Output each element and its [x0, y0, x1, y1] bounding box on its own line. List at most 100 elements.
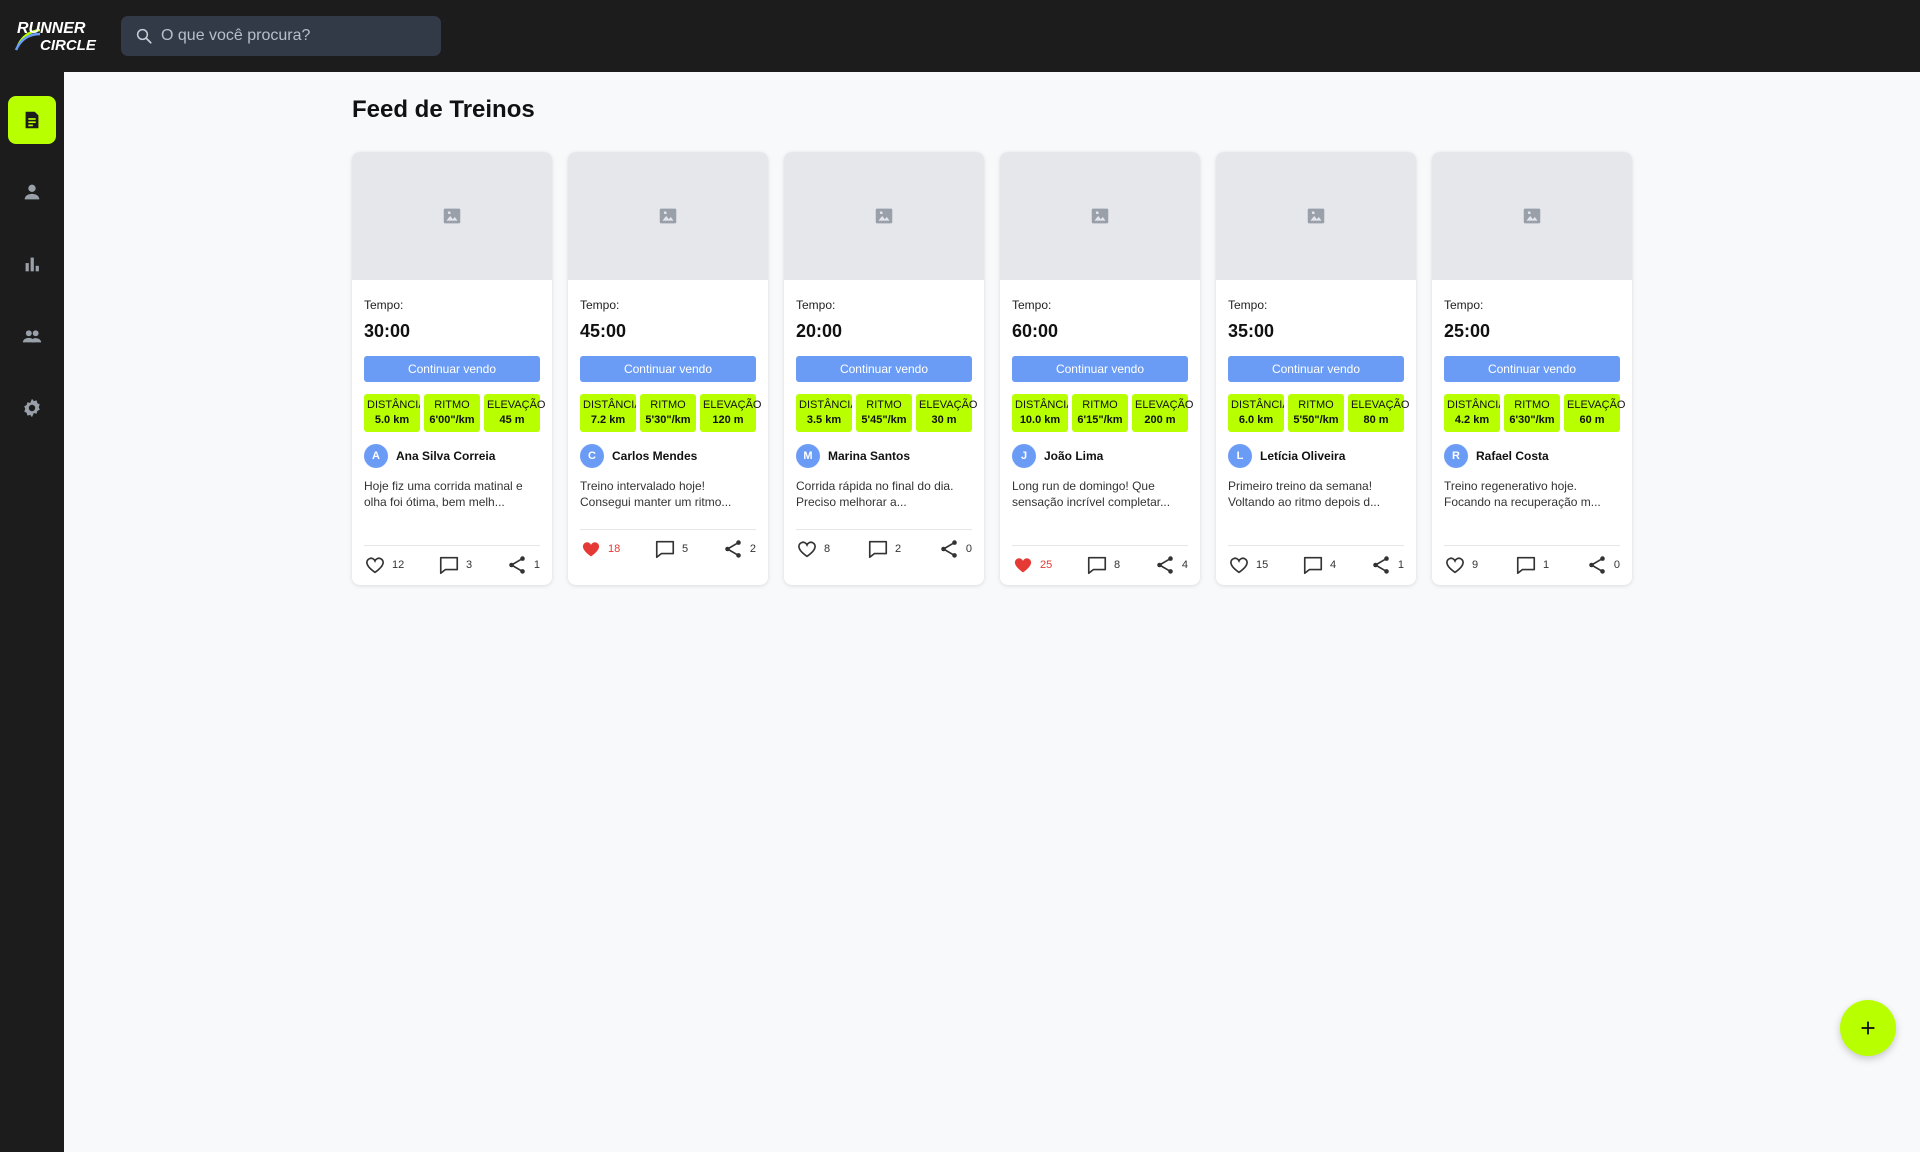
post-card[interactable]: Tempo: 20:00 Continuar vendo DISTÂNCIA 3.…	[784, 152, 984, 585]
like-button[interactable]: 12	[364, 554, 404, 576]
share-button[interactable]: 1	[1370, 554, 1404, 576]
comment-count: 4	[1330, 559, 1337, 571]
sidebar-item-feed[interactable]	[8, 96, 56, 144]
author[interactable]: A Ana Silva Correia	[364, 444, 540, 468]
distance-value: 6.0 km	[1238, 414, 1274, 426]
author-name[interactable]: Marina Santos	[828, 449, 910, 463]
avatar[interactable]: A	[364, 444, 388, 468]
image-icon	[875, 208, 893, 224]
continue-watching-button[interactable]: Continuar vendo	[364, 356, 540, 382]
like-button[interactable]: 9	[1444, 554, 1478, 576]
sidebar-item-stats[interactable]	[8, 240, 56, 288]
distance-stat: DISTÂNCIA 7.2 km	[580, 394, 636, 432]
author-name[interactable]: Carlos Mendes	[612, 449, 697, 463]
elevation-stat: ELEVAÇÃO 30 m	[916, 394, 978, 432]
author[interactable]: C Carlos Mendes	[580, 444, 756, 468]
post-actions: 25 8 4	[1012, 545, 1188, 576]
sidebar-item-community[interactable]	[8, 312, 56, 360]
pace-value: 6'30"/km	[1509, 414, 1555, 426]
like-count: 25	[1040, 559, 1053, 571]
author[interactable]: L Letícia Oliveira	[1228, 444, 1404, 468]
elevation-label: ELEVAÇÃO	[487, 399, 546, 411]
heart-icon	[1230, 557, 1248, 574]
share-button[interactable]: 1	[506, 554, 540, 576]
gear-icon	[24, 398, 40, 418]
distance-stat: DISTÂNCIA 6.0 km	[1228, 394, 1284, 432]
continue-watching-button[interactable]: Continuar vendo	[580, 356, 756, 382]
like-count: 18	[608, 543, 621, 555]
comment-button[interactable]: 8	[1086, 554, 1120, 576]
share-button[interactable]: 4	[1154, 554, 1188, 576]
avatar[interactable]: M	[796, 444, 820, 468]
like-button[interactable]: 8	[796, 538, 830, 560]
author-name[interactable]: João Lima	[1044, 449, 1103, 463]
distance-value: 10.0 km	[1019, 414, 1061, 426]
sidebar-item-profile[interactable]	[8, 168, 56, 216]
distance-label: DISTÂNCIA	[367, 399, 420, 411]
share-button[interactable]: 2	[722, 538, 756, 560]
author[interactable]: J João Lima	[1012, 444, 1188, 468]
logo-line1: RUNNER	[17, 20, 86, 37]
distance-label: DISTÂNCIA	[1231, 399, 1284, 411]
continue-watching-button[interactable]: Continuar vendo	[1012, 356, 1188, 382]
share-count: 2	[749, 543, 756, 555]
search-box[interactable]	[121, 16, 441, 56]
comment-button[interactable]: 3	[438, 554, 472, 576]
post-card[interactable]: Tempo: 45:00 Continuar vendo DISTÂNCIA 7.…	[568, 152, 768, 585]
image-icon	[1523, 208, 1541, 224]
post-text: Hoje fiz uma corrida matinal e olha foi …	[364, 479, 523, 509]
comment-icon	[1087, 556, 1107, 575]
comment-icon	[439, 556, 459, 575]
heart-icon	[798, 541, 816, 558]
pace-stat: RITMO 6'00"/km	[424, 394, 480, 432]
like-button[interactable]: 15	[1228, 554, 1268, 576]
elevation-label: ELEVAÇÃO	[919, 399, 978, 411]
post-actions: 12 3 1	[364, 545, 540, 576]
avatar[interactable]: J	[1012, 444, 1036, 468]
share-icon	[1373, 556, 1389, 574]
post-actions: 8 2 0	[796, 529, 972, 560]
post-card[interactable]: Tempo: 35:00 Continuar vendo DISTÂNCIA 6.…	[1216, 152, 1416, 585]
post-card[interactable]: Tempo: 25:00 Continuar vendo DISTÂNCIA 4.…	[1432, 152, 1632, 585]
post-card[interactable]: Tempo: 60:00 Continuar vendo DISTÂNCIA 10…	[1000, 152, 1200, 585]
comment-button[interactable]: 5	[654, 538, 688, 560]
distance-value: 5.0 km	[374, 414, 410, 426]
continue-watching-button[interactable]: Continuar vendo	[796, 356, 972, 382]
comment-button[interactable]: 2	[867, 538, 901, 560]
like-count: 15	[1256, 559, 1269, 571]
share-icon	[509, 556, 525, 574]
author-name[interactable]: Ana Silva Correia	[396, 449, 495, 463]
search-input[interactable]	[161, 27, 421, 45]
pace-stat: RITMO 6'15"/km	[1072, 394, 1128, 432]
continue-watching-button[interactable]: Continuar vendo	[1228, 356, 1404, 382]
author[interactable]: M Marina Santos	[796, 444, 972, 468]
elevation-label: ELEVAÇÃO	[1135, 399, 1194, 411]
elevation-value: 80 m	[1363, 414, 1389, 426]
post-text: Corrida rápida no final do dia. Preciso …	[796, 479, 954, 509]
avatar[interactable]: R	[1444, 444, 1468, 468]
stats-row: DISTÂNCIA 4.2 km RITMO 6'30"/km ELEVAÇÃO 60…	[1444, 394, 1626, 432]
share-button[interactable]: 0	[1586, 554, 1620, 576]
avatar[interactable]: C	[580, 444, 604, 468]
comment-button[interactable]: 4	[1302, 554, 1336, 576]
distance-stat: DISTÂNCIA 10.0 km	[1012, 394, 1068, 432]
share-count: 0	[965, 543, 972, 555]
sidebar-item-settings[interactable]	[8, 384, 56, 432]
comment-button[interactable]: 1	[1515, 554, 1549, 576]
author[interactable]: R Rafael Costa	[1444, 444, 1620, 468]
runner-circle-logo[interactable]: RUNNER CIRCLE	[14, 16, 106, 56]
author-name[interactable]: Rafael Costa	[1476, 449, 1549, 463]
comment-count: 1	[1542, 559, 1550, 571]
time-value: 25:00	[1444, 321, 1491, 341]
like-button[interactable]: 25	[1012, 554, 1052, 576]
elevation-value: 120 m	[712, 414, 744, 426]
author-name[interactable]: Letícia Oliveira	[1260, 449, 1345, 463]
continue-watching-button[interactable]: Continuar vendo	[1444, 356, 1620, 382]
share-button[interactable]: 0	[938, 538, 972, 560]
like-button[interactable]: 18	[580, 538, 620, 560]
top-bar: RUNNER CIRCLE	[0, 0, 1920, 72]
add-workout-button[interactable]	[1840, 1000, 1896, 1056]
post-card[interactable]: Tempo: 30:00 Continuar vendo DISTÂNCIA 5.…	[352, 152, 552, 585]
avatar[interactable]: L	[1228, 444, 1252, 468]
elevation-label: ELEVAÇÃO	[703, 399, 762, 411]
